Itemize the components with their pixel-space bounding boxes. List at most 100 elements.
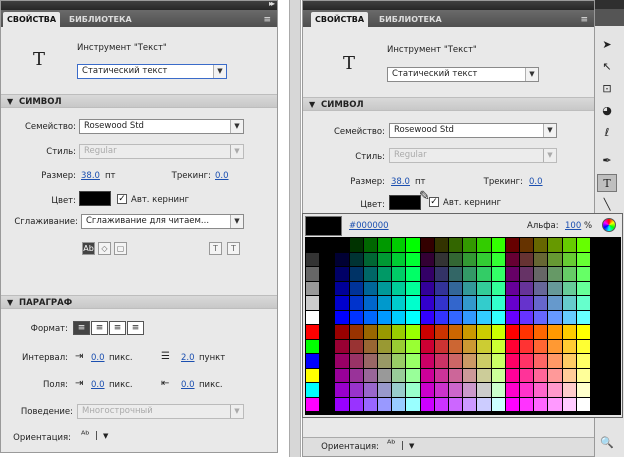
color-swatch[interactable]: [562, 339, 576, 353]
color-swatch[interactable]: [449, 281, 463, 295]
align-justify-icon[interactable]: ≡: [127, 321, 144, 335]
color-swatch[interactable]: [434, 281, 448, 295]
color-swatch[interactable]: [562, 325, 576, 339]
color-swatch[interactable]: [548, 281, 562, 295]
color-swatch[interactable]: [335, 325, 349, 339]
color-swatch[interactable]: [434, 354, 448, 368]
gray-swatch[interactable]: [306, 296, 320, 310]
tab-library[interactable]: БИБЛИОТЕКА: [375, 12, 446, 27]
color-swatch[interactable]: [576, 339, 590, 353]
color-swatch[interactable]: [335, 252, 349, 266]
color-swatch[interactable]: [534, 383, 548, 397]
tab-properties[interactable]: СВОЙСТВА: [311, 12, 369, 27]
align-right-icon[interactable]: ≡: [109, 321, 126, 335]
color-swatch[interactable]: [576, 252, 590, 266]
tracking-value[interactable]: 0.0: [215, 171, 229, 181]
superscript-icon[interactable]: T: [209, 242, 222, 255]
color-swatch[interactable]: [576, 281, 590, 295]
color-swatch[interactable]: [477, 339, 491, 353]
color-swatch[interactable]: [406, 397, 420, 411]
color-swatch[interactable]: [449, 368, 463, 382]
color-swatch[interactable]: [434, 397, 448, 411]
color-swatch[interactable]: [520, 281, 534, 295]
color-swatch[interactable]: [562, 397, 576, 411]
color-swatch[interactable]: [335, 368, 349, 382]
color-swatch[interactable]: [505, 383, 519, 397]
color-swatch[interactable]: [349, 310, 363, 324]
color-swatch[interactable]: [463, 310, 477, 324]
color-swatch[interactable]: [406, 310, 420, 324]
color-swatch[interactable]: [434, 310, 448, 324]
color-swatch[interactable]: [463, 368, 477, 382]
color-swatch[interactable]: [562, 368, 576, 382]
color-swatch[interactable]: [477, 354, 491, 368]
color-swatch[interactable]: [562, 383, 576, 397]
color-swatch[interactable]: [434, 238, 448, 252]
color-swatch[interactable]: [420, 383, 434, 397]
color-swatch[interactable]: [406, 267, 420, 281]
color-swatch[interactable]: [392, 252, 406, 266]
zoom-tool-icon[interactable]: 🔍: [597, 434, 617, 452]
color-swatch[interactable]: [463, 383, 477, 397]
color-swatch[interactable]: [449, 383, 463, 397]
color-swatch[interactable]: [378, 296, 392, 310]
color-swatch[interactable]: [505, 397, 519, 411]
color-swatch[interactable]: [349, 354, 363, 368]
color-swatch[interactable]: [534, 238, 548, 252]
color-swatch[interactable]: [463, 281, 477, 295]
color-swatch[interactable]: [449, 397, 463, 411]
alpha-value[interactable]: 100: [565, 221, 581, 231]
color-swatch[interactable]: [491, 252, 505, 266]
color-swatch[interactable]: [420, 339, 434, 353]
color-swatch[interactable]: [335, 310, 349, 324]
color-swatch[interactable]: [505, 339, 519, 353]
indent-value[interactable]: 0.0: [91, 353, 105, 363]
color-swatch[interactable]: [349, 339, 363, 353]
color-swatch[interactable]: [449, 339, 463, 353]
color-swatch[interactable]: [392, 296, 406, 310]
color-swatch[interactable]: [576, 325, 590, 339]
line-tool-icon[interactable]: ╲: [597, 196, 617, 214]
color-swatch[interactable]: [520, 238, 534, 252]
color-swatch[interactable]: [548, 296, 562, 310]
font-size-value[interactable]: 38.0: [81, 171, 100, 181]
color-swatch[interactable]: [562, 238, 576, 252]
color-swatch[interactable]: [491, 397, 505, 411]
color-swatch[interactable]: [491, 339, 505, 353]
color-swatch[interactable]: [378, 238, 392, 252]
color-swatch[interactable]: [349, 296, 363, 310]
text-tool-icon[interactable]: T: [597, 174, 617, 192]
color-swatch[interactable]: [363, 252, 377, 266]
selection-tool-icon[interactable]: ➤: [597, 36, 617, 54]
color-swatch[interactable]: [378, 339, 392, 353]
color-swatch[interactable]: [548, 354, 562, 368]
color-swatch[interactable]: [420, 281, 434, 295]
gray-swatch[interactable]: [306, 252, 320, 266]
black-swatch[interactable]: [320, 397, 334, 411]
color-swatch[interactable]: [449, 238, 463, 252]
black-swatch[interactable]: [320, 310, 334, 324]
color-swatch[interactable]: [534, 397, 548, 411]
color-swatch[interactable]: [463, 397, 477, 411]
panel-menu-icon[interactable]: ≡: [580, 15, 588, 25]
color-swatch[interactable]: [562, 296, 576, 310]
color-swatch[interactable]: [406, 354, 420, 368]
color-swatch[interactable]: [548, 238, 562, 252]
color-swatch[interactable]: [505, 354, 519, 368]
color-swatch[interactable]: [349, 383, 363, 397]
color-swatch[interactable]: [406, 252, 420, 266]
color-swatch[interactable]: [406, 339, 420, 353]
color-swatch[interactable]: [491, 383, 505, 397]
subscript-icon[interactable]: T: [227, 242, 240, 255]
text-orientation-icon[interactable]: ᴬᵇ: [81, 430, 90, 441]
color-swatch[interactable]: [463, 252, 477, 266]
color-swatch[interactable]: [463, 267, 477, 281]
color-swatch[interactable]: [477, 238, 491, 252]
color-swatch[interactable]: [576, 296, 590, 310]
gray-swatch[interactable]: [306, 281, 320, 295]
chevron-down-icon[interactable]: ▼: [409, 442, 414, 450]
color-swatch[interactable]: [406, 368, 420, 382]
color-swatch[interactable]: [378, 281, 392, 295]
subselection-tool-icon[interactable]: ↖: [597, 58, 617, 76]
color-swatch[interactable]: [548, 383, 562, 397]
